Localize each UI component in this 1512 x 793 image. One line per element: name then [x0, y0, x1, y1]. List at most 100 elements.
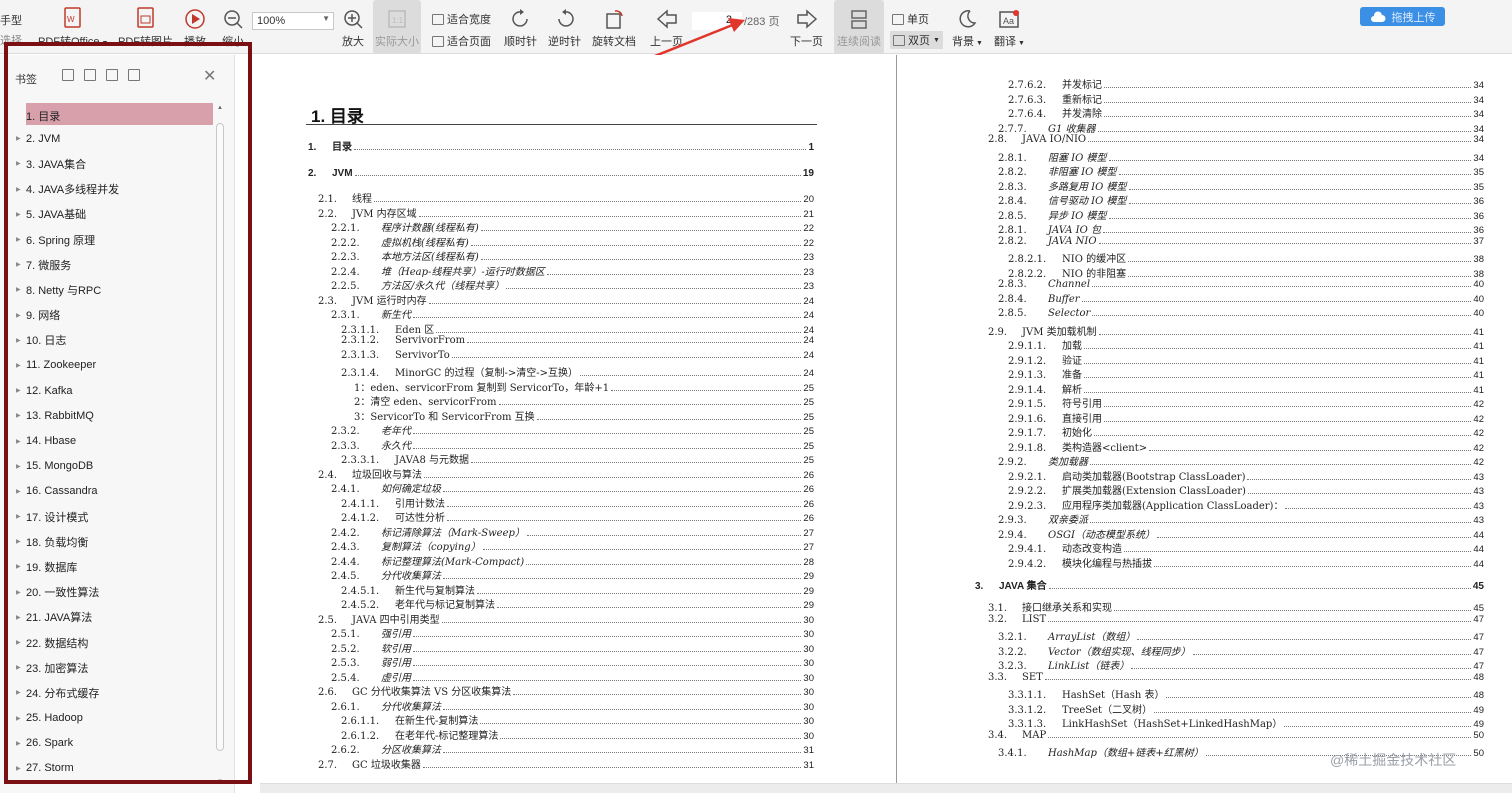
toc-entry[interactable]: 2.4.5. 分代收集算法 29 [331, 567, 814, 582]
bookmark-item[interactable]: ▶ 10. 日志 [8, 328, 213, 353]
bookmark-item[interactable]: ▶ 14. Hbase [8, 428, 213, 453]
next-page-button[interactable]: 下一页 [790, 0, 823, 54]
toc-entry[interactable]: 2.4.1.1. 引用计数法 26 [341, 495, 814, 510]
toc-entry[interactable]: 2.9.4.1. 动态改变构造 44 [1008, 540, 1484, 555]
toc-entry[interactable]: 2.6.1.1. 在新生代-复制算法 30 [341, 712, 814, 727]
zoom-out-button[interactable]: 缩小 [222, 0, 244, 54]
toc-entry[interactable]: 2.2.2. 虚拟机栈(线程私有) 22 [331, 234, 814, 249]
single-page-button[interactable]: 单页 [892, 11, 929, 27]
toc-entry[interactable]: 1. 目录 1 [308, 138, 814, 153]
bookmark-settings-icon[interactable] [128, 69, 140, 81]
toc-entry[interactable]: 2.6.1.2. 在老年代-标记整理算法 30 [341, 727, 814, 742]
toc-entry[interactable]: 2： 清空 eden、servicorFrom 25 [354, 393, 814, 408]
toc-entry[interactable]: 2.8.2. 非阻塞 IO 模型 35 [998, 163, 1484, 178]
toc-entry[interactable]: 2.9. JVM 类加载机制 41 [988, 323, 1484, 338]
bookmark-item[interactable]: ▶ 6. Spring 原理 [8, 227, 213, 252]
toc-entry[interactable]: 2.3.3. 永久代 25 [331, 437, 814, 452]
toc-entry[interactable]: 2.8.2.1. NIO 的缓冲区 38 [1008, 250, 1484, 265]
bookmark-item[interactable]: ▶ 23. 加密算法 [8, 655, 213, 680]
toc-entry[interactable]: 2.8.2. JAVA NIO 37 [998, 236, 1484, 247]
toc-entry[interactable]: 2.5.2. 软引用 30 [331, 640, 814, 655]
bookmark-item[interactable]: 1. 目录 [8, 101, 213, 126]
toc-entry[interactable]: 2.2. JVM 内存区域 21 [318, 205, 814, 220]
expand-arrow-icon[interactable]: ▶ [16, 614, 21, 621]
continuous-reading-button[interactable]: 连续阅读 [834, 0, 884, 54]
translate-button[interactable]: Aa 翻译 ▼ [994, 0, 1025, 54]
expand-arrow-icon[interactable]: ▶ [16, 589, 21, 596]
toc-entry[interactable]: 2.9.1.6. 直接引用 42 [1008, 410, 1484, 425]
toc-entry[interactable]: 3.2.1. ArrayList（数组） 47 [998, 628, 1484, 643]
toc-entry[interactable]: 3. JAVA 集合 45 [975, 577, 1484, 592]
expand-arrow-icon[interactable]: ▶ [16, 186, 21, 193]
toc-entry[interactable]: 2.8.4. Buffer 40 [998, 294, 1484, 305]
rotate-counterclockwise-button[interactable]: 逆时针 [548, 0, 581, 54]
toc-entry[interactable]: 2.1. 线程 20 [318, 190, 814, 205]
expand-arrow-icon[interactable]: ▶ [16, 538, 21, 545]
toc-entry[interactable]: 3.3. SET 48 [988, 672, 1484, 683]
bookmark-item[interactable]: ▶ 18. 负载均衡 [8, 529, 213, 554]
toc-entry[interactable]: 2.2.5. 方法区/永久代（线程共享） 23 [331, 277, 814, 292]
zoom-in-button[interactable]: 放大 [342, 0, 364, 54]
toc-entry[interactable]: 2.8.3. Channel 40 [998, 279, 1484, 290]
bookmark-item[interactable]: ▶ 12. Kafka [8, 378, 213, 403]
hand-tool-partial[interactable]: 手型 选择 [0, 12, 22, 48]
toc-entry[interactable]: 2. JVM 19 [308, 168, 814, 179]
double-page-button[interactable]: 双页 ▼ [890, 31, 943, 49]
expand-arrow-icon[interactable]: ▶ [16, 563, 21, 570]
expand-arrow-icon[interactable]: ▶ [16, 211, 21, 218]
add-bookmark-icon[interactable] [106, 69, 118, 81]
expand-arrow-icon[interactable]: ▶ [16, 664, 21, 671]
drag-upload-button[interactable]: 拖拽上传 [1360, 7, 1445, 26]
toc-entry[interactable]: 2.8.1. JAVA IO 包 36 [998, 221, 1484, 236]
bookmark-item[interactable]: ▶ 20. 一致性算法 [8, 580, 213, 605]
bookmark-item[interactable]: ▶ 19. 数据库 [8, 554, 213, 579]
bookmark-item[interactable]: ▶ 16. Cassandra [8, 479, 213, 504]
toc-entry[interactable]: 2.8. JAVA IO/NIO 34 [988, 134, 1484, 145]
expand-arrow-icon[interactable]: ▶ [16, 513, 21, 520]
toc-entry[interactable]: 2.2.4. 堆（Heap-线程共享）-运行时数据区 23 [331, 263, 814, 278]
toc-entry[interactable]: 3.3.1.2. TreeSet（二叉树） 49 [1008, 701, 1484, 716]
toc-entry[interactable]: 2.8.5. 异步 IO 模型 36 [998, 207, 1484, 222]
bookmark-item[interactable]: ▶ 15. MongoDB [8, 454, 213, 479]
scroll-thumb[interactable] [216, 123, 224, 751]
toc-entry[interactable]: 2.3.1. 新生代 24 [331, 306, 814, 321]
bookmark-item[interactable]: ▶ 5. JAVA基础 [8, 202, 213, 227]
toc-entry[interactable]: 2.9.4.2. 模块化编程与热插拔 44 [1008, 555, 1484, 570]
pdf-to-image-button[interactable]: PDF转图片 [118, 0, 173, 54]
toc-entry[interactable]: 2.5.1. 强引用 30 [331, 625, 814, 640]
horizontal-scrollbar[interactable] [260, 783, 1512, 793]
expand-arrow-icon[interactable]: ▶ [16, 740, 21, 747]
expand-arrow-icon[interactable]: ▶ [16, 488, 21, 495]
expand-arrow-icon[interactable]: ▶ [16, 362, 21, 369]
expand-all-icon[interactable] [62, 69, 74, 81]
expand-arrow-icon[interactable]: ▶ [16, 312, 21, 319]
toc-entry[interactable]: 2.4. 垃圾回收与算法 26 [318, 466, 814, 481]
collapse-all-icon[interactable] [84, 69, 96, 81]
toc-entry[interactable]: 2.4.3. 复制算法（copying） 27 [331, 538, 814, 553]
toc-entry[interactable]: 2.4.2. 标记清除算法（Mark-Sweep） 27 [331, 524, 814, 539]
actual-size-button[interactable]: 1:1 实际大小 [373, 0, 421, 54]
toc-entry[interactable]: 2.5.3. 弱引用 30 [331, 654, 814, 669]
bookmark-item[interactable]: ▶ 4. JAVA多线程并发 [8, 177, 213, 202]
toc-entry[interactable]: 2.5. JAVA 四中引用类型 30 [318, 611, 814, 626]
toc-entry[interactable]: 2.4.5.2. 老年代与标记复制算法 29 [341, 596, 814, 611]
toc-entry[interactable]: 2.3.1.1. Eden 区 24 [341, 321, 814, 336]
toc-entry[interactable]: 2.7.6.2. 并发标记 34 [1008, 76, 1484, 91]
bookmark-item[interactable]: ▶ 26. Spark [8, 731, 213, 756]
toc-entry[interactable]: 2.3.3.1. JAVA8 与元数据 25 [341, 451, 814, 466]
toc-entry[interactable]: 2.7. GC 垃圾收集器 31 [318, 756, 814, 771]
toc-entry[interactable]: 3.3.1.3. LinkHashSet（HashSet+LinkedHashMa… [1008, 715, 1484, 730]
bookmark-item[interactable]: ▶ 2. JVM [8, 126, 213, 151]
expand-arrow-icon[interactable]: ▶ [16, 765, 21, 772]
toc-entry[interactable]: 2.9.2. 类加载器 42 [998, 453, 1484, 468]
expand-arrow-icon[interactable]: ▶ [16, 286, 21, 293]
expand-arrow-icon[interactable]: ▶ [16, 160, 21, 167]
toc-entry[interactable]: 1： eden、servicorFrom 复制到 ServicorTo，年龄+1 2… [354, 379, 814, 394]
toc-entry[interactable]: 3： ServicorTo 和 ServicorFrom 互换 25 [354, 408, 814, 423]
expand-arrow-icon[interactable]: ▶ [16, 715, 21, 722]
play-button[interactable]: 播放 [184, 0, 206, 54]
bookmark-item[interactable]: ▶ 8. Netty 与RPC [8, 277, 213, 302]
expand-arrow-icon[interactable]: ▶ [16, 337, 21, 344]
toc-entry[interactable]: 2.3.1.2. ServivorFrom 24 [341, 335, 814, 346]
toc-entry[interactable]: 2.8.2.2. NIO 的非阻塞 38 [1008, 265, 1484, 280]
